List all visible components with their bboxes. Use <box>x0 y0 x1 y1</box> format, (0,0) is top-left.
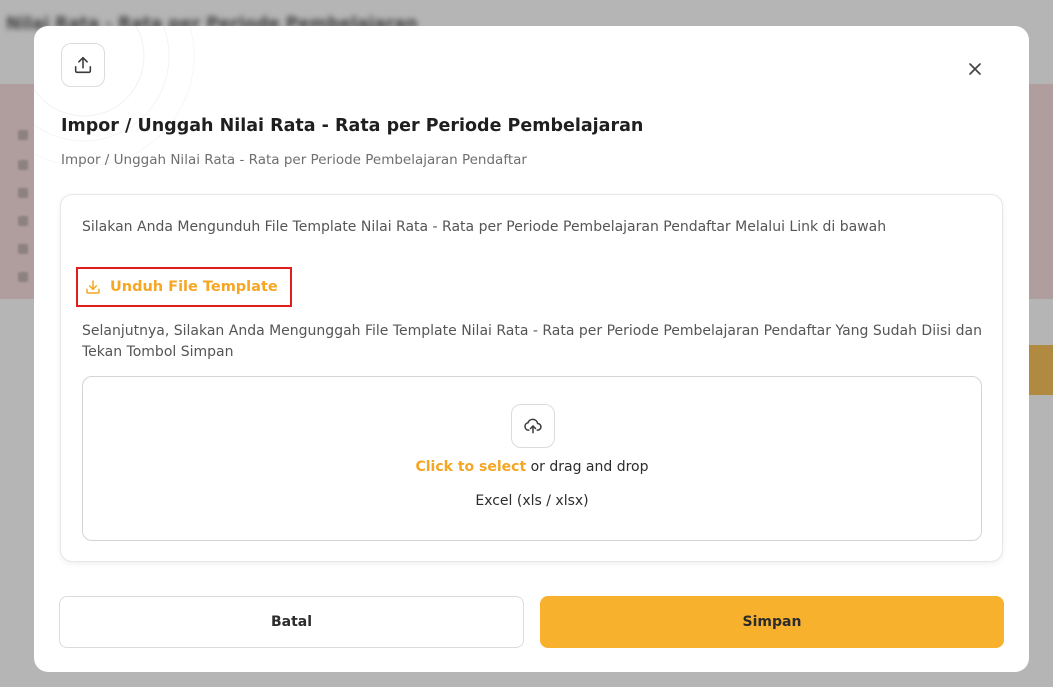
modal-title: Impor / Unggah Nilai Rata - Rata per Per… <box>61 116 644 136</box>
file-dropzone[interactable]: Click to select or drag and drop Excel (… <box>82 376 982 541</box>
close-button[interactable] <box>962 56 988 82</box>
cancel-button[interactable]: Batal <box>59 596 524 648</box>
cloud-upload-icon <box>511 404 555 448</box>
upload-icon <box>61 43 105 87</box>
close-icon <box>969 63 981 75</box>
drag-drop-text: or drag and drop <box>526 459 649 475</box>
import-modal: Impor / Unggah Nilai Rata - Rata per Per… <box>34 26 1029 672</box>
download-template-link[interactable]: Unduh File Template <box>76 267 292 307</box>
accepted-formats: Excel (xls / xlsx) <box>475 493 589 509</box>
save-button[interactable]: Simpan <box>540 596 1004 648</box>
download-icon <box>86 280 100 294</box>
upload-instruction: Selanjutnya, Silakan Anda Mengunggah Fil… <box>82 323 982 360</box>
upload-card: Silakan Anda Mengunduh File Template Nil… <box>60 194 1003 562</box>
dropzone-prompt: Click to select or drag and drop <box>83 459 981 475</box>
click-to-select-link[interactable]: Click to select <box>415 459 526 475</box>
modal-subtitle: Impor / Unggah Nilai Rata - Rata per Per… <box>61 152 527 168</box>
download-link-label: Unduh File Template <box>110 279 278 295</box>
download-instruction: Silakan Anda Mengunduh File Template Nil… <box>82 219 887 235</box>
